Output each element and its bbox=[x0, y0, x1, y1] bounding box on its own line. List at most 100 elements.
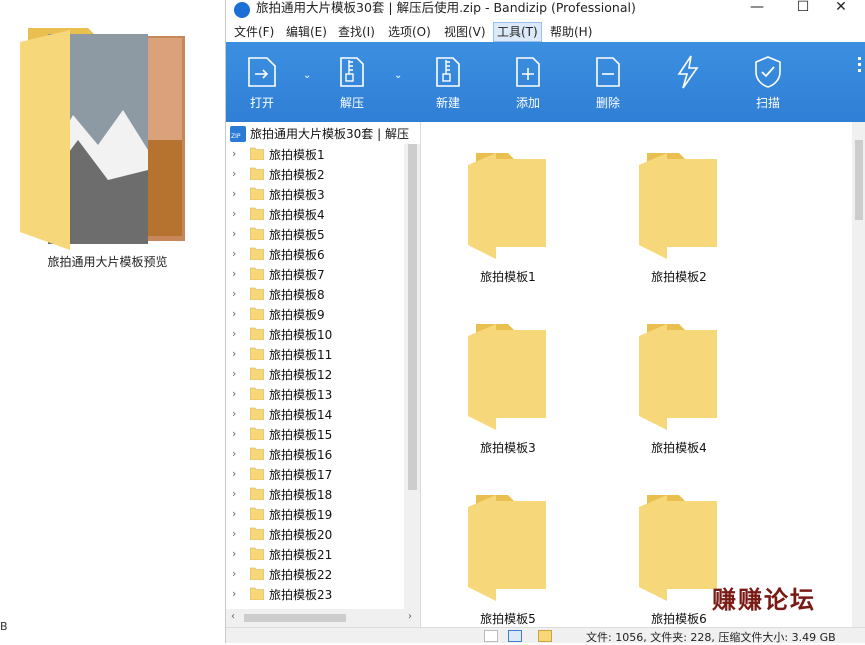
folder-icon bbox=[639, 324, 717, 430]
menu-view[interactable]: 视图(V) bbox=[441, 23, 489, 41]
tree-root[interactable]: 旅拍通用大片模板30套 | 解压 bbox=[226, 122, 409, 144]
add-button[interactable]: 添加 bbox=[498, 54, 558, 118]
tree-item[interactable]: › 旅拍模板9 bbox=[226, 304, 406, 324]
file-item[interactable]: 旅拍模板1 bbox=[438, 132, 568, 284]
chevron-right-icon[interactable]: › bbox=[232, 187, 236, 200]
tree-item[interactable]: › 旅拍模板14 bbox=[226, 404, 406, 424]
desktop-folder-label[interactable]: 旅拍通用大片模板预览 bbox=[0, 253, 215, 270]
tree-item[interactable]: › 旅拍模板11 bbox=[226, 344, 406, 364]
tree-item[interactable]: › 旅拍模板8 bbox=[226, 284, 406, 304]
tree-item[interactable]: › 旅拍模板16 bbox=[226, 444, 406, 464]
chevron-right-icon[interactable]: › bbox=[232, 367, 236, 380]
tree-item[interactable]: › 旅拍模板3 bbox=[226, 184, 406, 204]
chevron-right-icon[interactable]: › bbox=[232, 567, 236, 580]
files-vertical-scroll-thumb[interactable] bbox=[855, 140, 863, 220]
chevron-right-icon[interactable]: › bbox=[232, 407, 236, 420]
tree-item[interactable]: › 旅拍模板23 bbox=[226, 584, 406, 604]
tree-vertical-scroll-thumb[interactable] bbox=[408, 144, 417, 490]
scroll-right-icon[interactable]: › bbox=[408, 611, 412, 622]
new-label: 新建 bbox=[435, 96, 460, 110]
tree-item[interactable]: › 旅拍模板21 bbox=[226, 544, 406, 564]
menu-tools[interactable]: 工具(T) bbox=[493, 22, 542, 42]
tree-horizontal-scrollbar[interactable]: ‹ › bbox=[226, 609, 420, 627]
menu-options[interactable]: 选项(O) bbox=[385, 23, 434, 41]
chevron-right-icon[interactable]: › bbox=[232, 467, 236, 480]
tree-item[interactable]: › 旅拍模板12 bbox=[226, 364, 406, 384]
tree-item[interactable]: › 旅拍模板6 bbox=[226, 244, 406, 264]
tree-item[interactable]: › 旅拍模板4 bbox=[226, 204, 406, 224]
tree-horizontal-scroll-thumb[interactable] bbox=[244, 614, 346, 622]
chevron-right-icon[interactable]: › bbox=[232, 507, 236, 520]
chevron-right-icon[interactable]: › bbox=[232, 227, 236, 240]
file-item[interactable]: 旅拍模板4 bbox=[609, 303, 739, 455]
toolbar: 打开 ⌄ 解压 ⌄ 新建 添加 删除 扫描 bbox=[226, 42, 865, 122]
chevron-right-icon[interactable]: › bbox=[232, 487, 236, 500]
chevron-right-icon[interactable]: › bbox=[232, 587, 236, 600]
chevron-right-icon[interactable]: › bbox=[232, 387, 236, 400]
title-bar[interactable]: 旅拍通用大片模板30套 | 解压后使用.zip - Bandizip (Prof… bbox=[226, 0, 865, 20]
tree-item[interactable]: › 旅拍模板19 bbox=[226, 504, 406, 524]
tree-item[interactable]: › 旅拍模板20 bbox=[226, 524, 406, 544]
chevron-right-icon[interactable]: › bbox=[232, 427, 236, 440]
tree-vertical-scrollbar[interactable] bbox=[404, 144, 420, 609]
menu-find[interactable]: 查找(I) bbox=[335, 23, 378, 41]
tree-item-label: 旅拍模板6 bbox=[269, 248, 325, 262]
tree-item[interactable]: › 旅拍模板2 bbox=[226, 164, 406, 184]
scroll-left-icon[interactable]: ‹ bbox=[231, 611, 235, 622]
tree-item[interactable]: › 旅拍模板22 bbox=[226, 564, 406, 584]
tree-item[interactable]: › 旅拍模板10 bbox=[226, 324, 406, 344]
bandizip-app-icon bbox=[234, 2, 250, 18]
chevron-right-icon[interactable]: › bbox=[232, 167, 236, 180]
details-view-icon[interactable] bbox=[484, 630, 498, 642]
chevron-right-icon[interactable]: › bbox=[232, 447, 236, 460]
file-view: 旅拍模板1 旅拍模板2 旅拍模板3 旅拍模板4 旅拍模板5 旅拍模板6 bbox=[422, 122, 865, 627]
file-item[interactable]: 旅拍模板2 bbox=[609, 132, 739, 284]
tree-item[interactable]: › 旅拍模板7 bbox=[226, 264, 406, 284]
close-button[interactable]: ✕ bbox=[818, 0, 864, 16]
chevron-right-icon[interactable]: › bbox=[232, 327, 236, 340]
minimize-button[interactable]: — bbox=[734, 0, 780, 16]
files-vertical-scrollbar[interactable] bbox=[852, 122, 865, 627]
tree-item[interactable]: › 旅拍模板17 bbox=[226, 464, 406, 484]
extract-dropdown-icon[interactable]: ⌄ bbox=[394, 70, 402, 81]
tree-item-label: 旅拍模板14 bbox=[269, 408, 333, 422]
tree-item[interactable]: › 旅拍模板15 bbox=[226, 424, 406, 444]
chevron-right-icon[interactable]: › bbox=[232, 247, 236, 260]
chevron-right-icon[interactable]: › bbox=[232, 547, 236, 560]
new-button[interactable]: 新建 bbox=[418, 54, 478, 118]
open-button[interactable]: 打开 bbox=[232, 54, 292, 118]
test-button[interactable] bbox=[658, 54, 718, 118]
tree-item[interactable]: › 旅拍模板5 bbox=[226, 224, 406, 244]
chevron-right-icon[interactable]: › bbox=[232, 347, 236, 360]
folder-icon bbox=[250, 467, 264, 480]
delete-button[interactable]: 删除 bbox=[578, 54, 638, 118]
extract-button[interactable]: 解压 bbox=[322, 54, 382, 118]
status-bar: 文件: 1056, 文件夹: 228, 压缩文件大小: 3.49 GB bbox=[226, 627, 865, 644]
scan-button[interactable]: 扫描 bbox=[738, 54, 798, 118]
menu-file[interactable]: 文件(F) bbox=[231, 23, 277, 41]
chevron-right-icon[interactable]: › bbox=[232, 267, 236, 280]
folder-status-icon bbox=[538, 630, 552, 642]
open-label: 打开 bbox=[249, 96, 274, 110]
tree-item-label: 旅拍模板8 bbox=[269, 288, 325, 302]
desktop-folder-icon[interactable] bbox=[18, 20, 190, 250]
menu-help[interactable]: 帮助(H) bbox=[547, 23, 595, 41]
toolbar-more-icon[interactable] bbox=[854, 54, 864, 82]
menu-edit[interactable]: 编辑(E) bbox=[283, 23, 330, 41]
file-item[interactable]: 旅拍模板5 bbox=[438, 474, 568, 626]
folder-icon bbox=[250, 307, 264, 320]
file-item[interactable]: 旅拍模板3 bbox=[438, 303, 568, 455]
tree-item[interactable]: › 旅拍模板1 bbox=[226, 144, 406, 164]
tree-item[interactable]: › 旅拍模板18 bbox=[226, 484, 406, 504]
chevron-right-icon[interactable]: › bbox=[232, 527, 236, 540]
open-dropdown-icon[interactable]: ⌄ bbox=[303, 70, 311, 81]
chevron-right-icon[interactable]: › bbox=[232, 307, 236, 320]
chevron-right-icon[interactable]: › bbox=[232, 147, 236, 160]
chevron-right-icon[interactable]: › bbox=[232, 207, 236, 220]
folder-icon bbox=[250, 267, 264, 280]
large-icons-view-icon[interactable] bbox=[508, 630, 522, 642]
tree-item[interactable]: › 旅拍模板13 bbox=[226, 384, 406, 404]
zip-archive-icon bbox=[230, 126, 246, 142]
chevron-right-icon[interactable]: › bbox=[232, 287, 236, 300]
tree-item-label: 旅拍模板11 bbox=[269, 348, 333, 362]
